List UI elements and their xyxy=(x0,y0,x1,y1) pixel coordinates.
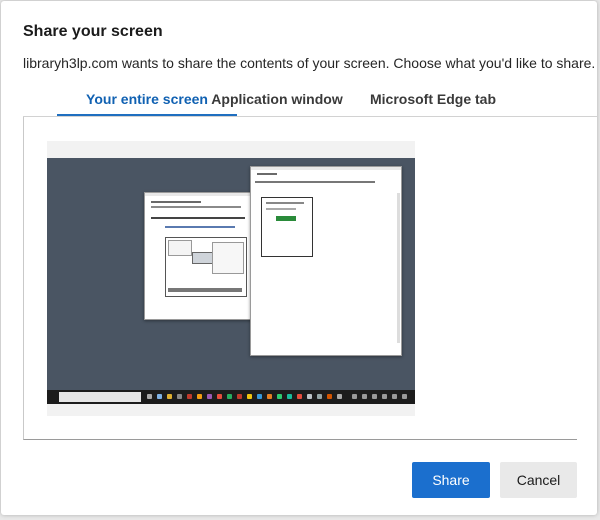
preview-taskbar xyxy=(47,390,415,404)
dialog-description: libraryh3lp.com wants to share the conte… xyxy=(23,55,596,71)
desktop-preview xyxy=(47,158,415,390)
share-button[interactable]: Share xyxy=(412,462,490,498)
tab-bar: Your entire screen Application window Mi… xyxy=(23,87,597,117)
preview-chat-window xyxy=(250,166,402,356)
dialog-title: Share your screen xyxy=(23,23,163,40)
preview-browser-window xyxy=(144,192,254,320)
screen-thumbnail[interactable] xyxy=(47,141,415,416)
cancel-button[interactable]: Cancel xyxy=(500,462,577,498)
tab-application-window[interactable]: Application window xyxy=(207,87,347,115)
share-screen-dialog: Share your screen libraryh3lp.com wants … xyxy=(1,1,597,515)
tab-edge-tab[interactable]: Microsoft Edge tab xyxy=(363,87,503,115)
